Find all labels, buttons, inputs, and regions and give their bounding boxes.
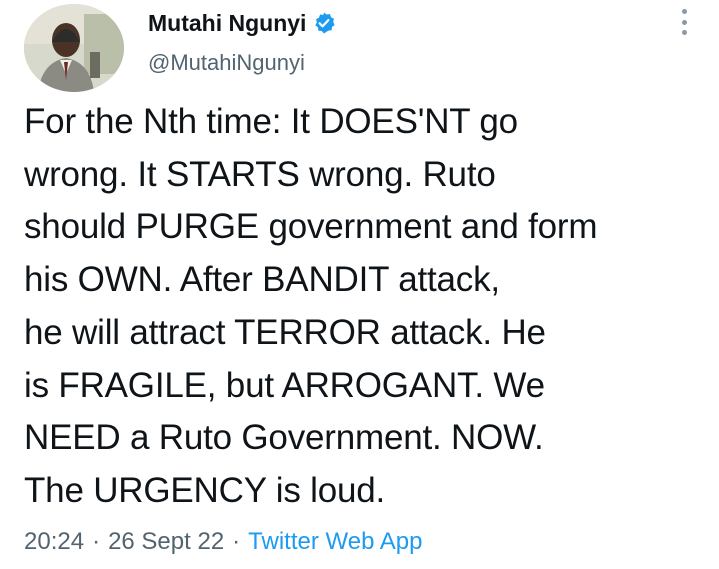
meta-separator: ·: [92, 528, 101, 555]
verified-badge-icon: [312, 11, 336, 35]
tweet-line: wrong. It STARTS wrong. Ruto: [24, 154, 496, 194]
more-vertical-icon[interactable]: [679, 9, 689, 35]
more-dot: [681, 30, 687, 35]
author-name-row: Mutahi Ngunyi: [148, 8, 336, 38]
author-display-name[interactable]: Mutahi Ngunyi: [148, 10, 306, 37]
more-dot: [681, 9, 687, 14]
tweet-line: NEED a Ruto Government. NOW.: [24, 418, 544, 458]
avatar-image: [24, 4, 124, 92]
tweet-source-link[interactable]: Twitter Web App: [248, 528, 422, 555]
tweet-text: For the Nth time: It DOES'NT go wrong. I…: [24, 96, 704, 518]
tweet-line: is FRAGILE, but ARROGANT. We: [24, 365, 545, 405]
tweet-date[interactable]: 26 Sept 22: [108, 528, 224, 555]
author-handle[interactable]: @MutahiNgunyi: [148, 50, 305, 76]
tweet-card: Mutahi Ngunyi @MutahiNgunyi For the Nth …: [0, 0, 719, 569]
tweet-meta: 20:24 · 26 Sept 22 · Twitter Web App: [24, 528, 422, 556]
tweet-line: The URGENCY is loud.: [24, 470, 386, 510]
more-dot: [681, 19, 687, 25]
meta-separator: ·: [232, 528, 241, 555]
tweet-line: his OWN. After BANDIT attack,: [24, 260, 500, 300]
tweet-line: For the Nth time: It DOES'NT go: [24, 102, 518, 141]
tweet-line: should PURGE government and form: [24, 207, 598, 247]
tweet-time[interactable]: 20:24: [24, 528, 84, 555]
tweet-line: he will attract TERROR attack. He: [24, 312, 546, 352]
avatar[interactable]: [24, 4, 124, 92]
